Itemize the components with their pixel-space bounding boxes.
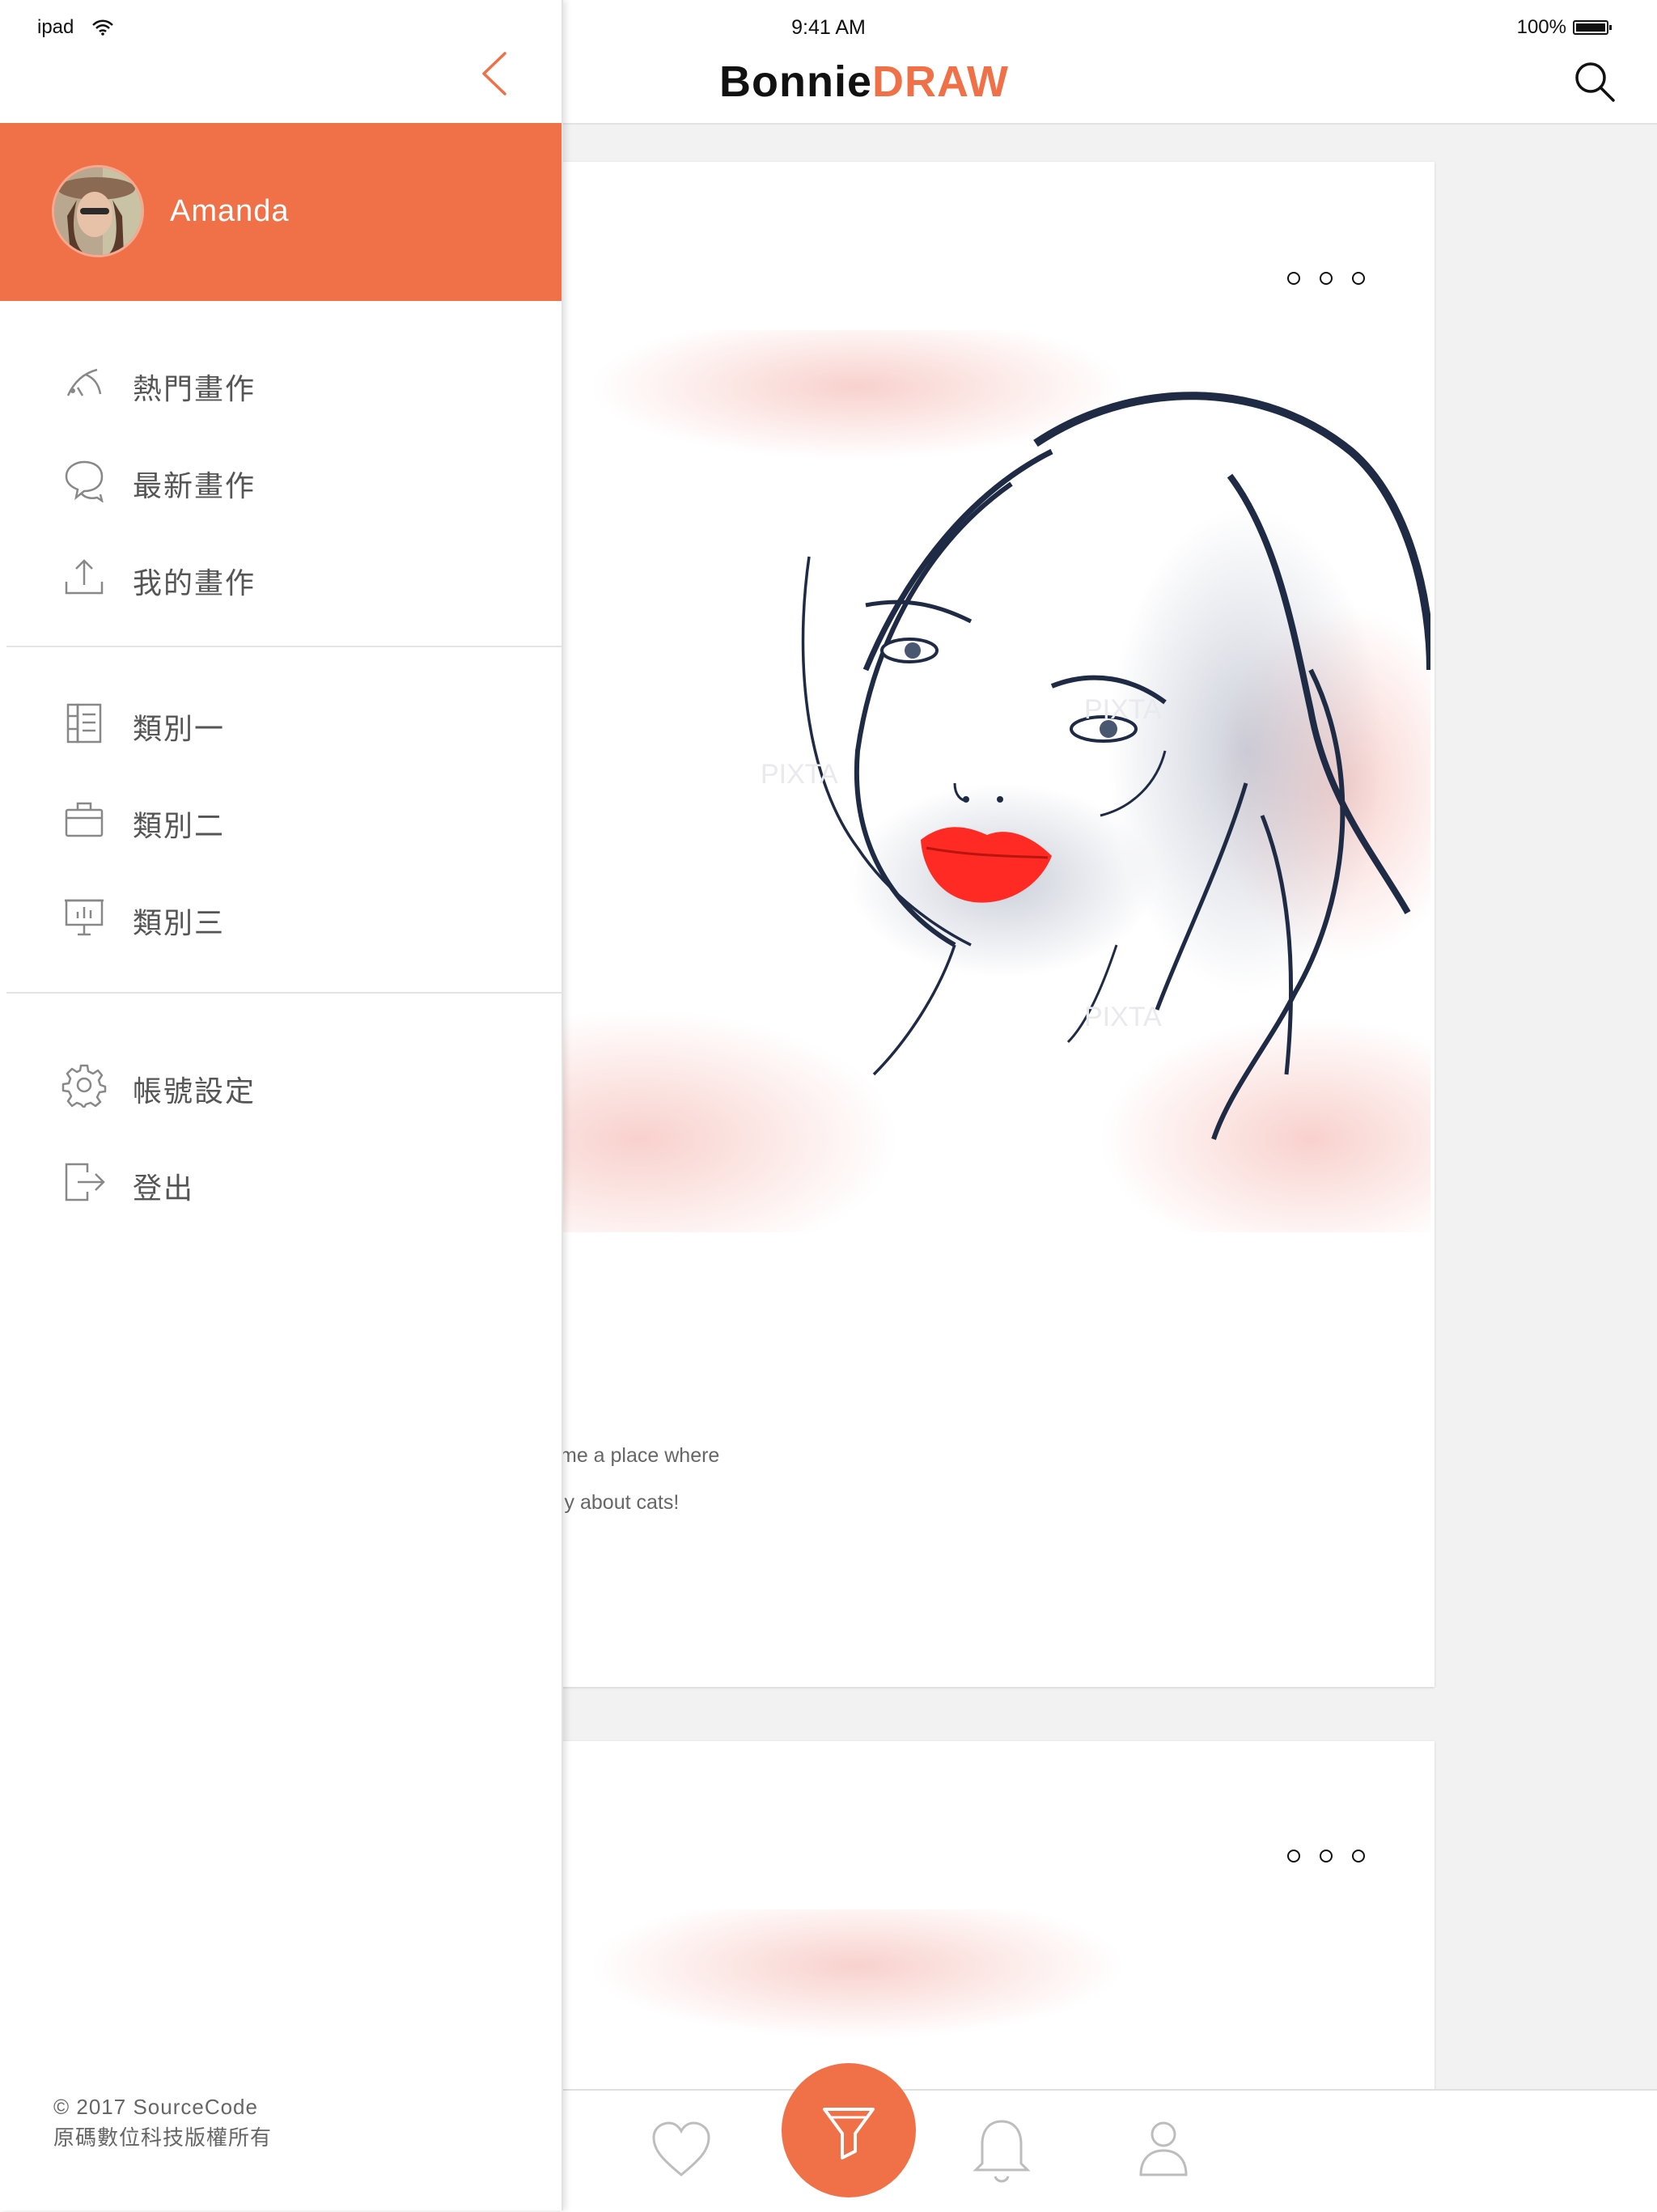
artwork-card[interactable]: PIXTA PIXTA PIXTA / me a place where ly … <box>518 162 1435 1687</box>
artwork-image[interactable]: PIXTA PIXTA PIXTA <box>518 330 1430 1232</box>
caption-line1: me a place where <box>560 1444 720 1467</box>
carrier-label: ipad <box>37 16 74 38</box>
side-drawer: ipad Amanda 熱門畫作 最新畫作 我的畫作 類別一 類別二 類別三 帳… <box>0 0 563 2210</box>
menu-item-my-works[interactable]: 我的畫作 <box>0 532 562 621</box>
menu-label: 類別一 <box>133 712 226 745</box>
notebook-icon <box>66 703 102 744</box>
menu-item-account-settings[interactable]: 帳號設定 <box>0 1040 562 1129</box>
menu-label: 熱門畫作 <box>133 372 256 405</box>
caption-line2: ly about cats! <box>560 1491 680 1514</box>
dot <box>1287 272 1300 285</box>
search-icon <box>1575 62 1615 102</box>
divider <box>6 646 562 647</box>
artwork-card[interactable] <box>518 1741 1435 2091</box>
trending-icon <box>66 368 102 396</box>
dot <box>1287 1850 1300 1862</box>
svg-text:PIXTA: PIXTA <box>1084 694 1162 725</box>
tab-favorites[interactable] <box>647 2117 715 2189</box>
battery-percent: 100% <box>1516 16 1566 38</box>
presentation-board-icon <box>65 899 104 936</box>
menu-item-latest-works[interactable]: 最新畫作 <box>0 435 562 524</box>
menu-label: 我的畫作 <box>133 566 256 600</box>
chat-bubbles-icon <box>65 460 104 502</box>
tab-notifications[interactable] <box>968 2115 1036 2192</box>
chevron-left-icon <box>482 52 506 95</box>
user-name: Amanda <box>170 194 290 228</box>
heart-icon <box>652 2121 710 2176</box>
artwork-image[interactable] <box>518 1909 1430 2091</box>
svg-text:PIXTA: PIXTA <box>761 759 838 790</box>
profile-icon <box>1139 2121 1188 2176</box>
drawer-footer: © 2017 SourceCode 原碼數位科技版權所有 <box>53 2091 272 2153</box>
brand-name-part2: DRAW <box>872 57 1009 106</box>
menu-label: 類別二 <box>133 809 226 842</box>
brush-icon <box>823 2108 875 2159</box>
briefcase-icon <box>65 802 104 837</box>
avatar[interactable] <box>52 165 144 257</box>
create-drawing-button[interactable] <box>782 2063 916 2197</box>
upload-icon <box>65 559 104 595</box>
avatar-image <box>54 167 142 255</box>
wifi-icon <box>92 19 114 36</box>
menu-item-logout[interactable]: 登出 <box>0 1138 562 1227</box>
gear-icon <box>61 1064 107 1108</box>
battery-icon <box>1573 20 1612 35</box>
menu-item-popular-works[interactable]: 熱門畫作 <box>0 338 562 427</box>
svg-text:PIXTA: PIXTA <box>1084 1002 1162 1032</box>
copyright-text: © 2017 SourceCode <box>53 2095 258 2119</box>
status-left: ipad <box>37 16 114 39</box>
divider <box>6 992 562 994</box>
more-options-button[interactable] <box>1287 262 1365 295</box>
logout-icon <box>65 1163 105 1201</box>
menu-item-category-1[interactable]: 類別一 <box>0 678 562 767</box>
bell-icon <box>973 2120 1031 2183</box>
dot <box>1320 272 1333 285</box>
menu-item-category-2[interactable]: 類別二 <box>0 775 562 864</box>
more-options-button[interactable] <box>1287 1840 1365 1872</box>
dot <box>1352 1850 1365 1862</box>
menu-label: 類別三 <box>133 906 226 939</box>
dot <box>1352 272 1365 285</box>
close-drawer-button[interactable] <box>476 49 513 99</box>
tab-profile[interactable] <box>1129 2115 1197 2187</box>
company-text: 原碼數位科技版權所有 <box>53 2125 273 2150</box>
user-profile-header[interactable]: Amanda <box>0 123 562 301</box>
menu-label: 最新畫作 <box>133 469 256 502</box>
drawer-top: ipad <box>0 0 562 123</box>
menu-label: 登出 <box>133 1172 195 1205</box>
search-button[interactable] <box>1570 57 1621 108</box>
status-battery: 100% <box>1516 16 1612 39</box>
brand-name-part1: Bonnie <box>719 57 872 106</box>
dot <box>1320 1850 1333 1862</box>
menu-label: 帳號設定 <box>133 1074 256 1108</box>
menu-item-category-3[interactable]: 類別三 <box>0 872 562 961</box>
